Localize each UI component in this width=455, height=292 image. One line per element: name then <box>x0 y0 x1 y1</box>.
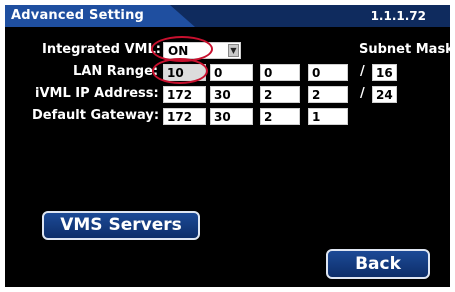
device-screen: Advanced Setting 1.1.1.72 Integrated VML… <box>5 5 450 287</box>
ivml-ip-label: iVML IP Address: <box>35 86 159 101</box>
lan-range-octet-1[interactable]: 10 <box>163 64 206 81</box>
integrated-vml-value: ON <box>168 44 189 58</box>
lan-range-label: LAN Range: <box>73 64 159 79</box>
vms-servers-button[interactable]: VMS Servers <box>42 211 200 240</box>
default-gateway-label: Default Gateway: <box>32 108 160 123</box>
gateway-octet-3[interactable]: 2 <box>260 108 300 125</box>
ivml-ip-mask[interactable]: 24 <box>372 86 397 103</box>
mask-separator: / <box>360 86 365 101</box>
back-button[interactable]: Back <box>326 249 430 279</box>
subnet-mask-label: Subnet Mask: <box>359 42 450 57</box>
ivml-ip-octet-2[interactable]: 30 <box>210 86 253 103</box>
lan-range-octet-3[interactable]: 0 <box>260 64 300 81</box>
lan-range-octet-4[interactable]: 0 <box>308 64 348 81</box>
gateway-octet-1[interactable]: 172 <box>163 108 206 125</box>
ivml-ip-octet-1[interactable]: 172 <box>163 86 206 103</box>
integrated-vml-dropdown[interactable]: ON ▼ <box>163 42 241 59</box>
integrated-vml-label: Integrated VML: <box>42 42 161 57</box>
gateway-octet-2[interactable]: 30 <box>210 108 253 125</box>
lan-range-mask[interactable]: 16 <box>372 64 397 81</box>
firmware-version: 1.1.1.72 <box>370 9 426 23</box>
title-bar: Advanced Setting 1.1.1.72 <box>5 5 450 27</box>
ivml-ip-octet-3[interactable]: 2 <box>260 86 300 103</box>
ivml-ip-octet-4[interactable]: 2 <box>308 86 348 103</box>
window-title: Advanced Setting <box>11 8 145 23</box>
mask-separator: / <box>360 64 365 79</box>
gateway-octet-4[interactable]: 1 <box>308 108 348 125</box>
lan-range-octet-2[interactable]: 0 <box>210 64 253 81</box>
chevron-down-icon[interactable]: ▼ <box>228 44 239 57</box>
